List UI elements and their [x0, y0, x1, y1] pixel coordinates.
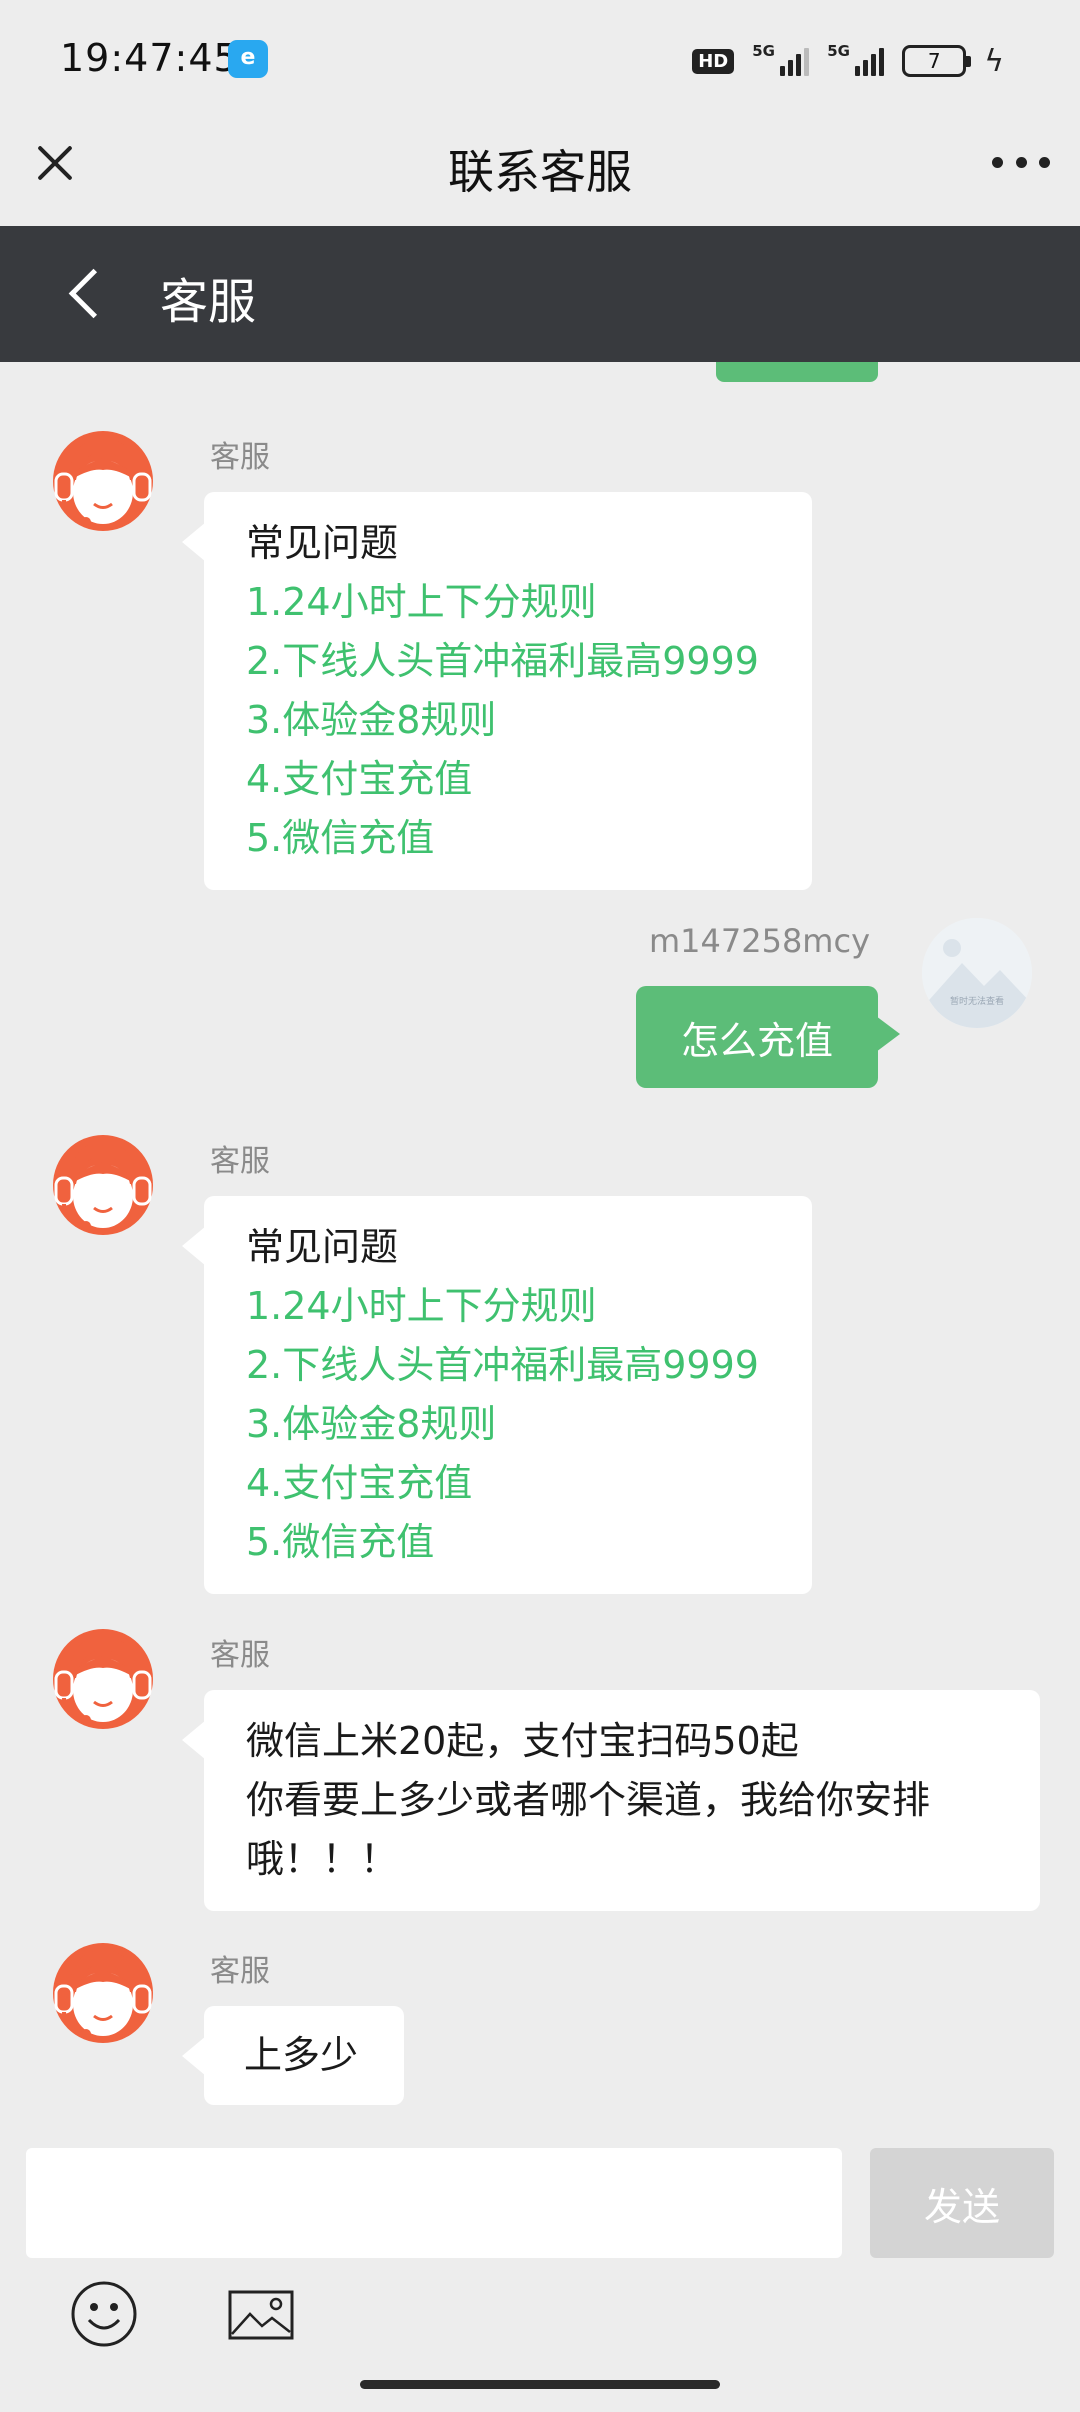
customer-service-avatar-icon [53, 431, 153, 531]
faq-option-link[interactable]: 3.体验金8规则 [246, 691, 770, 750]
chat-header: 客服 [0, 226, 1080, 362]
text-message-bubble: 微信上米20起，支付宝扫码50起 你看要上多少或者哪个渠道，我给你安排 哦！！！ [182, 1690, 1040, 1911]
customer-service-avatar-icon [53, 1629, 153, 1729]
status-bar: 19:47:45 e HD 5G 5G 7 ϟ [0, 0, 1080, 110]
page-title: 联系客服 [448, 145, 632, 199]
customer-service-avatar-icon [53, 1943, 153, 2043]
message-line: 你看要上多少或者哪个渠道，我给你安排 [246, 1778, 931, 1822]
image-upload-icon[interactable] [228, 2290, 294, 2340]
user-avatar[interactable]: 暂时无法查看 [922, 918, 1032, 1028]
image-placeholder-icon: 暂时无法查看 [922, 918, 1032, 1028]
hd-voice-icon: HD [692, 48, 735, 74]
app-notification-icon: e [228, 40, 268, 78]
sender-name: 客服 [210, 1638, 270, 1673]
status-icons: HD 5G 5G 7 ϟ [692, 42, 1004, 79]
faq-option-link[interactable]: 2.下线人头首冲福利最高9999 [246, 1336, 770, 1395]
input-bar: 发送 [0, 2142, 1080, 2362]
faq-option-link[interactable]: 4.支付宝充值 [246, 750, 770, 809]
faq-option-link[interactable]: 4.支付宝充值 [246, 1454, 770, 1513]
previous-message-bubble [716, 362, 878, 382]
faq-message-bubble: 常见问题 1.24小时上下分规则 2.下线人头首冲福利最高9999 3.体验金8… [182, 492, 812, 890]
more-options-icon[interactable] [992, 152, 1050, 172]
sender-name: 客服 [210, 1144, 270, 1179]
message-line: 哦！！！ [246, 1837, 399, 1881]
chat-title: 客服 [160, 274, 257, 330]
faq-option-link[interactable]: 2.下线人头首冲福利最高9999 [246, 632, 770, 691]
customer-service-avatar-icon [53, 1135, 153, 1235]
battery-icon: 7 [902, 45, 972, 77]
my-username: m147258mcy [648, 922, 870, 960]
emoji-icon[interactable] [70, 2280, 138, 2348]
my-message-bubble: 怎么充值 [636, 986, 900, 1088]
charging-icon: ϟ [984, 43, 1004, 79]
message-line: 微信上米20起，支付宝扫码50起 [246, 1719, 799, 1763]
faq-option-link[interactable]: 5.微信充值 [246, 1513, 770, 1572]
faq-heading: 常见问题 [246, 1225, 399, 1269]
chat-area[interactable]: 客服 常见问题 1.24小时上下分规则 2.下线人头首冲福利最高9999 3.体… [0, 362, 1080, 2142]
signal-icon-sim1: 5G [752, 42, 810, 76]
faq-heading: 常见问题 [246, 521, 399, 565]
status-time: 19:47:45 [60, 36, 239, 80]
message-input[interactable] [26, 2148, 842, 2258]
back-icon[interactable] [66, 270, 106, 318]
text-message-bubble: 上多少 [182, 2006, 404, 2105]
faq-option-link[interactable]: 3.体验金8规则 [246, 1395, 770, 1454]
faq-message-bubble: 常见问题 1.24小时上下分规则 2.下线人头首冲福利最高9999 3.体验金8… [182, 1196, 812, 1594]
home-indicator[interactable] [360, 2380, 720, 2389]
faq-option-link[interactable]: 1.24小时上下分规则 [246, 573, 770, 632]
sender-name: 客服 [210, 440, 270, 475]
sender-name: 客服 [210, 1954, 270, 1989]
send-button[interactable]: 发送 [870, 2148, 1054, 2258]
faq-option-link[interactable]: 5.微信充值 [246, 809, 770, 868]
title-bar: 联系客服 [0, 110, 1080, 226]
faq-option-link[interactable]: 1.24小时上下分规则 [246, 1277, 770, 1336]
signal-icon-sim2: 5G [827, 42, 885, 76]
avatar-caption: 暂时无法查看 [950, 995, 1004, 1007]
